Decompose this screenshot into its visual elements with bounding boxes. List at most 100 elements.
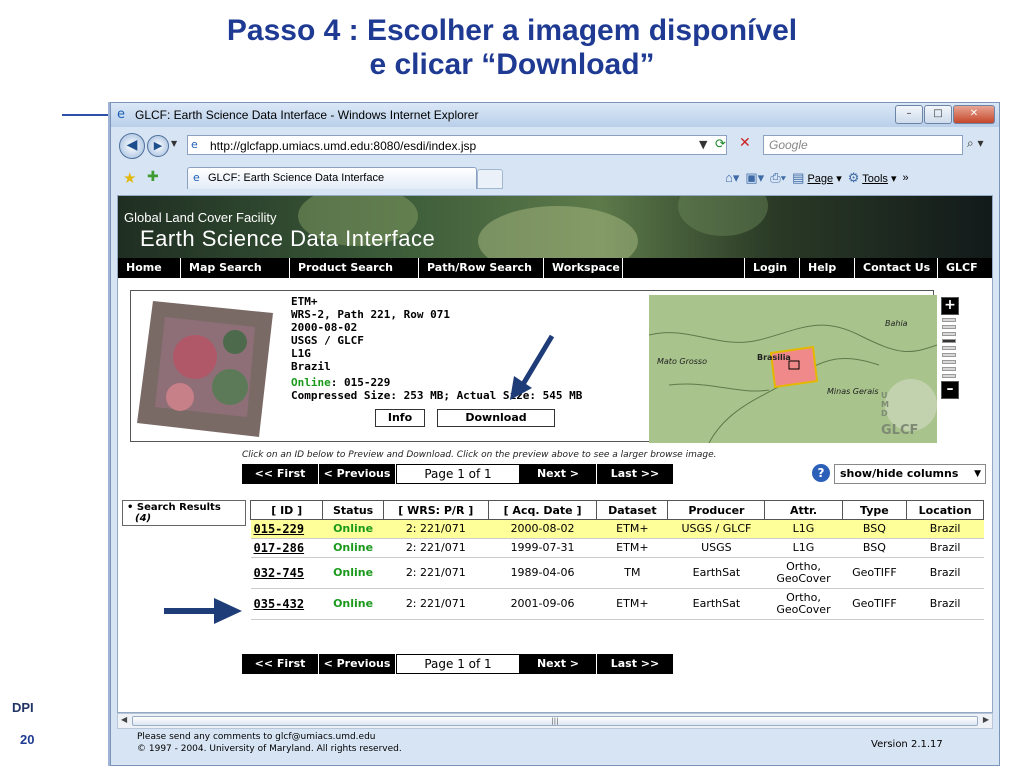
row-id-link[interactable]: 035-432: [250, 588, 323, 620]
menu-glcf[interactable]: GLCF: [938, 258, 992, 278]
row-status: Online: [322, 588, 384, 620]
refresh-icon[interactable]: ⟳: [715, 137, 726, 152]
new-tab-button[interactable]: [477, 169, 503, 189]
slide-number: 20: [20, 732, 35, 747]
forward-button[interactable]: ▶: [147, 135, 169, 157]
table-row[interactable]: 032-745 Online 2: 221/071 1989-04-06 TM …: [250, 557, 984, 589]
print-icon[interactable]: ⎙▾: [770, 170, 786, 186]
map-label-brasilia: Brasilia: [757, 353, 791, 362]
version-label: Version 2.1.17: [871, 739, 943, 750]
page-menu[interactable]: ▤ Page ▾: [792, 170, 842, 186]
zoom-level-tick[interactable]: [942, 318, 956, 322]
table-row[interactable]: 035-432 Online 2: 221/071 2001-09-06 ETM…: [250, 588, 984, 620]
chevron-down-icon: ▼: [974, 469, 981, 479]
row-type: BSQ: [842, 519, 907, 539]
address-dropdown-icon[interactable]: ▼: [699, 138, 707, 151]
close-button[interactable]: ✕: [953, 105, 995, 124]
first-page-button[interactable]: << First: [242, 464, 319, 484]
location-map[interactable]: Bahia Mato Grosso Brasilia Minas Gerais …: [649, 295, 937, 443]
meta-path-row: WRS-2, Path 221, Row 071: [291, 308, 450, 321]
map-label-bahia: Bahia: [885, 319, 908, 328]
zoom-level-tick[interactable]: [942, 374, 956, 378]
row-type: BSQ: [842, 538, 907, 558]
tools-menu[interactable]: ⚙ Tools ▾: [848, 170, 897, 186]
row-status: Online: [322, 557, 384, 589]
previous-page-button[interactable]: < Previous: [319, 464, 396, 484]
previous-page-button[interactable]: < Previous: [319, 654, 396, 674]
row-id-link[interactable]: 032-745: [250, 557, 323, 589]
browser-window: e GLCF: Earth Science Data Interface - W…: [110, 102, 1000, 766]
row-wrs: 2: 221/071: [383, 588, 489, 620]
zoom-out-button[interactable]: –: [941, 381, 959, 399]
zoom-level-tick[interactable]: [942, 367, 956, 371]
menu-login[interactable]: Login: [745, 258, 800, 278]
page-icon: e: [191, 138, 198, 151]
table-row[interactable]: 017-286 Online 2: 221/071 1999-07-31 ETM…: [250, 538, 984, 558]
scroll-right-icon[interactable]: ▶: [983, 715, 989, 724]
back-button[interactable]: ◀: [119, 133, 145, 159]
info-button[interactable]: Info: [375, 409, 425, 427]
menu-map-search[interactable]: Map Search: [181, 258, 290, 278]
tab-glcf[interactable]: e GLCF: Earth Science Data Interface: [187, 167, 477, 189]
download-button[interactable]: Download: [437, 409, 555, 427]
menu-help[interactable]: Help: [800, 258, 855, 278]
row-attr-line2: GeoCover: [776, 603, 831, 616]
first-page-button[interactable]: << First: [242, 654, 319, 674]
annotation-arrow-down-icon: [510, 334, 555, 400]
row-id-link[interactable]: 017-286: [250, 538, 323, 558]
maximize-button[interactable]: □: [924, 105, 952, 124]
page-menu-icon: ▤: [792, 170, 805, 185]
col-header-type: Type: [841, 500, 908, 520]
zoom-level-tick-selected[interactable]: [942, 339, 956, 343]
row-wrs: 2: 221/071: [383, 557, 489, 589]
add-favorite-icon[interactable]: ✚: [147, 169, 159, 185]
horizontal-scrollbar[interactable]: ◀ ||| ▶: [117, 713, 993, 729]
last-page-button[interactable]: Last >>: [597, 654, 674, 674]
map-umd-watermark: UMD: [881, 391, 889, 418]
zoom-level-tick[interactable]: [942, 325, 956, 329]
zoom-level-tick[interactable]: [942, 360, 956, 364]
more-chevron-icon[interactable]: »: [903, 172, 909, 184]
web-page: Global Land Cover Facility Earth Science…: [117, 195, 993, 713]
col-header-wrs[interactable]: [ WRS: P/R ]: [382, 500, 489, 520]
search-input[interactable]: Google: [763, 135, 963, 155]
zoom-level-tick[interactable]: [942, 353, 956, 357]
dpi-logo: DPI: [12, 700, 34, 715]
row-attr: Ortho, GeoCover: [764, 557, 842, 589]
history-dropdown-icon[interactable]: ▼: [171, 139, 177, 148]
search-results-count: (4): [135, 513, 152, 524]
next-page-button[interactable]: Next >: [520, 654, 597, 674]
menu-contact-us[interactable]: Contact Us: [855, 258, 938, 278]
zoom-level-tick[interactable]: [942, 332, 956, 336]
col-header-acq-date[interactable]: [ Acq. Date ]: [487, 500, 598, 520]
search-results-sidebar[interactable]: • Search Results (4): [122, 500, 246, 526]
table-row[interactable]: 015-229 Online 2: 221/071 2000-08-02 ETM…: [250, 519, 984, 539]
row-id-link[interactable]: 015-229: [250, 519, 323, 539]
col-header-producer: Producer: [667, 500, 766, 520]
row-wrs: 2: 221/071: [383, 519, 489, 539]
scene-preview-thumbnail[interactable]: [135, 297, 275, 439]
feeds-icon[interactable]: ▣▾: [745, 170, 764, 186]
scroll-left-icon[interactable]: ◀: [121, 715, 127, 724]
menu-path-row-search[interactable]: Path/Row Search: [419, 258, 544, 278]
zoom-level-tick[interactable]: [942, 346, 956, 350]
page-indicator: Page 1 of 1: [396, 464, 520, 484]
favorites-star-icon[interactable]: ★: [123, 169, 136, 187]
row-date: 2000-08-02: [488, 519, 597, 539]
page-indicator: Page 1 of 1: [396, 654, 520, 674]
next-page-button[interactable]: Next >: [520, 464, 597, 484]
menu-product-search[interactable]: Product Search: [290, 258, 419, 278]
last-page-button[interactable]: Last >>: [597, 464, 674, 484]
stop-icon[interactable]: ✕: [739, 135, 751, 151]
help-icon[interactable]: ?: [812, 464, 830, 482]
show-hide-columns-select[interactable]: show/hide columns ▼: [834, 464, 986, 484]
url-input[interactable]: e http://glcfapp.umiacs.umd.edu:8080/esd…: [187, 135, 727, 155]
col-header-id[interactable]: [ ID ]: [249, 500, 324, 520]
scrollbar-thumb[interactable]: |||: [132, 716, 978, 726]
home-icon[interactable]: ⌂▾: [725, 170, 739, 186]
zoom-in-button[interactable]: +: [941, 297, 959, 315]
search-icon[interactable]: ⌕ ▾: [967, 136, 984, 151]
menu-workspace[interactable]: Workspace: [544, 258, 623, 278]
menu-home[interactable]: Home: [118, 258, 181, 278]
minimize-button[interactable]: –: [895, 105, 923, 124]
